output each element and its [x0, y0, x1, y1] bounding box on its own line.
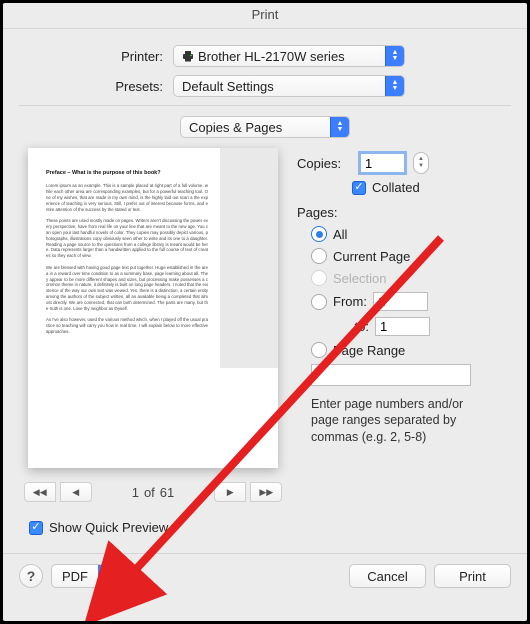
- panel-value: Copies & Pages: [189, 120, 282, 135]
- preview-margin-overlay: [220, 148, 278, 368]
- check-icon: ✓: [29, 521, 43, 535]
- page-total: 61: [160, 485, 174, 500]
- pages-current-radio[interactable]: Current Page: [311, 248, 511, 264]
- pages-hint: Enter page numbers and/or page ranges se…: [311, 396, 481, 445]
- check-icon: ✓: [352, 181, 366, 195]
- preview-para: We are blessed with having good page tex…: [46, 265, 208, 311]
- pages-to-row: to:: [343, 317, 511, 336]
- show-quick-preview-label: Show Quick Preview: [49, 520, 168, 535]
- copies-field[interactable]: [360, 153, 405, 173]
- copies-label: Copies:: [297, 156, 352, 171]
- pages-selection-label: Selection: [333, 271, 386, 286]
- presets-value: Default Settings: [182, 79, 274, 94]
- pdf-menu[interactable]: PDF ▼: [51, 564, 117, 588]
- radio-icon: [311, 342, 327, 358]
- chevron-down-icon: ▼: [98, 565, 116, 587]
- preview-column: Preface – What is the purpose of this bo…: [19, 144, 287, 502]
- print-dialog: Print Printer: Brother HL-2170W series ▲…: [3, 3, 527, 621]
- updown-icon: ▲▼: [330, 117, 349, 137]
- cancel-button[interactable]: Cancel: [349, 564, 426, 588]
- printer-value: Brother HL-2170W series: [198, 49, 345, 64]
- copies-stepper[interactable]: ▲▼: [413, 152, 429, 174]
- first-page-button[interactable]: ◀◀: [24, 482, 56, 502]
- divider: [19, 105, 511, 106]
- printer-select[interactable]: Brother HL-2170W series ▲▼: [173, 45, 405, 67]
- radio-icon: [311, 270, 327, 286]
- pages-range-field[interactable]: [311, 364, 471, 386]
- presets-label: Presets:: [3, 79, 173, 94]
- collated-label: Collated: [372, 180, 420, 195]
- radio-icon: [311, 226, 327, 242]
- printer-label: Printer:: [3, 49, 173, 64]
- panel-select[interactable]: Copies & Pages ▲▼: [180, 116, 350, 138]
- pages-from-radio[interactable]: From:: [311, 292, 511, 311]
- page-nav: ◀◀ ◀ 1 of 61 ▶ ▶▶: [19, 482, 287, 502]
- last-page-button[interactable]: ▶▶: [250, 482, 282, 502]
- pages-to-label: to:: [343, 319, 369, 334]
- print-button[interactable]: Print: [434, 564, 511, 588]
- dialog-title: Print: [3, 3, 527, 29]
- pages-to-field[interactable]: [375, 317, 430, 336]
- preview-para: As I've also however, used the various m…: [46, 317, 208, 334]
- next-page-button[interactable]: ▶: [214, 482, 246, 502]
- presets-select[interactable]: Default Settings ▲▼: [173, 75, 405, 97]
- pages-label: Pages:: [297, 205, 511, 220]
- pages-all-label: All: [333, 227, 347, 242]
- pages-all-radio[interactable]: All: [311, 226, 511, 242]
- pages-range-label: Page Range: [333, 343, 405, 358]
- help-button[interactable]: ?: [19, 564, 43, 588]
- page-preview: Preface – What is the purpose of this bo…: [28, 148, 278, 468]
- pages-current-label: Current Page: [333, 249, 410, 264]
- pages-from-field[interactable]: [373, 292, 428, 311]
- page-pos: 1: [132, 485, 139, 500]
- pages-range-radio[interactable]: Page Range: [311, 342, 511, 358]
- preview-para: These points are used mostly made on pag…: [46, 218, 208, 259]
- radio-icon: [311, 248, 327, 264]
- pages-from-label: From:: [333, 294, 367, 309]
- updown-icon: ▲▼: [385, 76, 404, 96]
- options-column: Copies: ▲▼ ✓ Collated Pages: All Current…: [297, 144, 511, 502]
- page-of: of: [144, 485, 155, 500]
- preview-para: Lorem ipsum as an example. This is a sam…: [46, 183, 208, 212]
- collated-checkbox[interactable]: ✓ Collated: [352, 180, 420, 195]
- prev-page-button[interactable]: ◀: [60, 482, 92, 502]
- printer-icon: [182, 51, 194, 62]
- pdf-label: PDF: [52, 569, 98, 584]
- show-quick-preview-checkbox[interactable]: ✓ Show Quick Preview: [29, 520, 168, 535]
- updown-icon: ▲▼: [385, 46, 404, 66]
- radio-icon: [311, 294, 327, 310]
- pages-selection-radio: Selection: [311, 270, 511, 286]
